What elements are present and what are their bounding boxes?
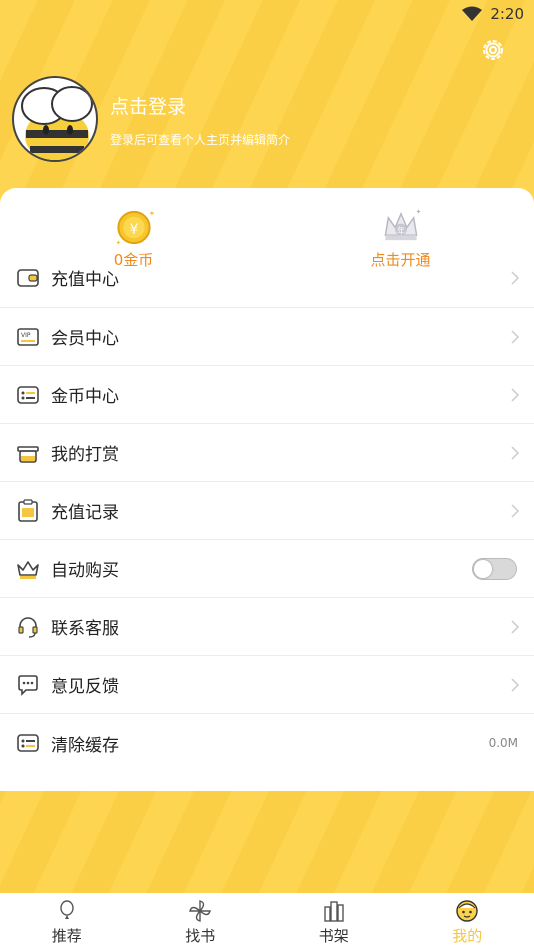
record-icon [18, 498, 38, 522]
vip-card-icon: VIP [17, 327, 39, 346]
menu-item-recharge-records[interactable]: 充值记录 [0, 482, 534, 540]
svg-text:VIP: VIP [21, 332, 31, 339]
menu-item-my-rewards[interactable]: 我的打赏 [0, 424, 534, 482]
menu-item-auto-purchase: 自动购买 [0, 540, 534, 598]
bookshelf-icon [324, 901, 344, 922]
headset-icon [18, 616, 38, 638]
chevron-right-icon [511, 619, 520, 634]
menu-item-clear-cache[interactable]: 清除缓存 0.0M [0, 714, 534, 772]
tab-mine[interactable]: 我的 [401, 893, 534, 949]
svg-text:✦: ✦ [115, 239, 121, 247]
menu-item-feedback[interactable]: 意见反馈 [0, 656, 534, 714]
chevron-right-icon [511, 270, 520, 285]
bottom-tab-bar: 推荐 找书 书架 我的 [0, 893, 534, 949]
menu-item-coin-center[interactable]: 金币中心 [0, 366, 534, 424]
tab-label: 推荐 [51, 927, 82, 945]
auto-purchase-toggle[interactable] [472, 557, 517, 580]
main-card: ¥ ✦ ✦ 0金币 年 ✦ 点击开通 充值中心 VIP 会员中心 金币中心 我的… [0, 188, 534, 791]
menu-label: 我的打赏 [51, 445, 119, 465]
chevron-right-icon [511, 329, 520, 344]
chevron-right-icon [511, 445, 520, 460]
chevron-right-icon [511, 677, 520, 692]
cache-size: 0.0M [488, 736, 518, 750]
svg-text:✦: ✦ [148, 209, 154, 218]
settings-menu: 充值中心 VIP 会员中心 金币中心 我的打赏 充值记录 自动购买 联系客服 意… [0, 268, 534, 772]
tab-label: 找书 [185, 927, 216, 945]
status-time: 2:20 [490, 5, 524, 23]
gift-box-icon [17, 445, 39, 463]
tab-bookshelf[interactable]: 书架 [267, 893, 401, 949]
menu-label: 充值记录 [51, 503, 119, 523]
svg-text:年: 年 [397, 225, 405, 235]
wifi-icon [462, 6, 483, 21]
balloon-icon [60, 900, 74, 919]
chat-bubble-icon [18, 674, 38, 696]
menu-label: 意见反馈 [51, 677, 119, 697]
menu-label: 自动购买 [51, 561, 119, 581]
tab-find-books[interactable]: 找书 [134, 893, 268, 949]
gold-coin-icon: ¥ ✦ ✦ [115, 209, 155, 247]
tab-label: 书架 [318, 927, 349, 945]
face-icon [456, 900, 478, 922]
bee-avatar-icon [21, 86, 93, 160]
chevron-right-icon [511, 387, 520, 402]
toggle-knob [474, 559, 492, 578]
pinwheel-icon [189, 900, 212, 922]
menu-item-recharge-center[interactable]: 充值中心 [0, 248, 534, 308]
status-bar: 2:20 [0, 0, 534, 28]
menu-label: 会员中心 [51, 329, 119, 349]
chevron-right-icon [511, 503, 520, 518]
tab-label: 我的 [452, 927, 483, 945]
login-subtitle: 登录后可查看个人主页并编辑简介 [110, 133, 291, 147]
menu-item-customer-service[interactable]: 联系客服 [0, 598, 534, 656]
menu-item-vip-center[interactable]: VIP 会员中心 [0, 308, 534, 366]
vip-crown-icon: 年 ✦ [384, 208, 421, 241]
cache-icon [17, 734, 39, 752]
svg-text:¥: ¥ [129, 221, 138, 237]
menu-label: 充值中心 [51, 270, 119, 290]
crown-icon [17, 560, 39, 579]
avatar[interactable] [12, 76, 98, 162]
tab-recommend[interactable]: 推荐 [0, 893, 134, 949]
login-title[interactable]: 点击登录 [110, 92, 186, 119]
svg-text:✦: ✦ [415, 208, 421, 216]
coin-list-icon [17, 385, 39, 404]
menu-label: 金币中心 [51, 387, 119, 407]
menu-label: 联系客服 [51, 619, 119, 639]
settings-gear-icon[interactable] [480, 37, 506, 63]
wallet-icon [17, 268, 39, 287]
menu-label: 清除缓存 [51, 735, 119, 756]
